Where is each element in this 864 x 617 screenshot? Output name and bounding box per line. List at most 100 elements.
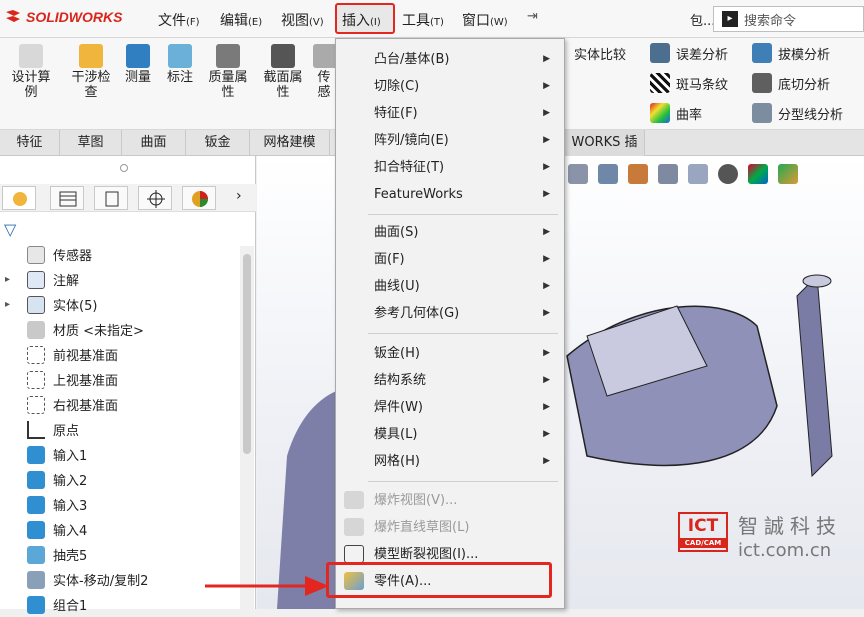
menu-window[interactable]: 窗口(W) bbox=[462, 10, 508, 30]
curvature-button[interactable]: 曲率 bbox=[650, 103, 702, 123]
view-cube-icon[interactable] bbox=[688, 164, 708, 184]
tab-features[interactable]: 特征 bbox=[0, 130, 60, 156]
menu-item-reference-geometry[interactable]: 参考几何体(G) ▶ bbox=[336, 300, 564, 327]
display-tab-icon[interactable] bbox=[182, 186, 216, 210]
ds-logo-icon bbox=[6, 10, 20, 22]
menu-item-molds[interactable]: 模具(L) ▶ bbox=[336, 421, 564, 448]
tab-surfaces[interactable]: 曲面 bbox=[122, 130, 186, 156]
interference-check-button[interactable]: 干涉检查 bbox=[66, 44, 116, 100]
menu-separator bbox=[368, 333, 558, 334]
tree-item-origin[interactable]: 原点 bbox=[0, 417, 240, 442]
view-tool-icon[interactable] bbox=[568, 164, 588, 184]
tree-item-solid-bodies[interactable]: ▸ 实体(5) bbox=[0, 292, 240, 317]
sensor-button[interactable]: 传感 bbox=[313, 44, 335, 100]
tree-item-annotations[interactable]: ▸ 注解 bbox=[0, 267, 240, 292]
tree-item-sensors[interactable]: 传感器 bbox=[0, 242, 240, 267]
menu-item-pattern-mirror[interactable]: 阵列/镜向(E) ▶ bbox=[336, 127, 564, 154]
tab-mesh-modeling[interactable]: 网格建模 bbox=[250, 130, 330, 156]
deviation-icon bbox=[650, 43, 670, 63]
featuremanager-tab-icon[interactable] bbox=[2, 186, 36, 210]
menu-item-structure-system[interactable]: 结构系统 ▶ bbox=[336, 367, 564, 394]
section-properties-icon bbox=[271, 44, 295, 68]
tree-item-import4[interactable]: 输入4 bbox=[0, 517, 240, 542]
tree-item-import2[interactable]: 输入2 bbox=[0, 467, 240, 492]
chevron-right-icon[interactable]: › bbox=[236, 188, 242, 204]
menu-file[interactable]: 文件(F) bbox=[158, 10, 200, 30]
tab-addins[interactable]: WORKS 插件 bbox=[565, 130, 645, 176]
tab-sketch[interactable]: 草图 bbox=[60, 130, 122, 156]
body-compare-button[interactable]: 实体比较 bbox=[574, 44, 626, 63]
expand-icon[interactable]: ▸ bbox=[5, 299, 10, 310]
menu-item-curve[interactable]: 曲线(U) ▶ bbox=[336, 273, 564, 300]
view-orientation-icon[interactable] bbox=[598, 164, 618, 184]
tree-item-material[interactable]: 材质 <未指定> bbox=[0, 317, 240, 342]
pin-icon[interactable]: ⇥ bbox=[527, 9, 538, 24]
configurationmanager-tab-icon[interactable] bbox=[94, 186, 128, 210]
menu-item-surface[interactable]: 曲面(S) ▶ bbox=[336, 219, 564, 246]
tree-item-shell5[interactable]: 抽壳5 bbox=[0, 542, 240, 567]
origin-icon bbox=[27, 420, 45, 439]
submenu-arrow-icon: ▶ bbox=[543, 375, 550, 385]
undercut-analysis-button[interactable]: 底切分析 bbox=[752, 73, 830, 93]
menu-view[interactable]: 视图(V) bbox=[281, 10, 324, 30]
search-box[interactable]: ▸ 搜索命令 bbox=[713, 6, 864, 32]
tree-item-top-plane[interactable]: 上视基准面 bbox=[0, 367, 240, 392]
menu-item-explode-line-sketch: 爆炸直线草图(L) bbox=[336, 514, 564, 541]
menu-insert[interactable]: 插入(I) bbox=[342, 10, 381, 30]
watermark-logo: ICT CAD/CAM bbox=[678, 512, 728, 552]
menu-separator bbox=[368, 481, 558, 482]
section-properties-button[interactable]: 截面属性 bbox=[258, 44, 308, 100]
parting-line-analysis-button[interactable]: 分型线分析 bbox=[752, 103, 843, 123]
mass-properties-button[interactable]: 质量属性 bbox=[203, 44, 253, 100]
draft-analysis-button[interactable]: 拔模分析 bbox=[752, 43, 830, 63]
propertymanager-tab-icon[interactable] bbox=[50, 186, 84, 210]
menu-item-mesh[interactable]: 网格(H) ▶ bbox=[336, 448, 564, 475]
menu-tools[interactable]: 工具(T) bbox=[402, 10, 444, 30]
scrollbar-thumb[interactable] bbox=[243, 254, 251, 454]
measure-button[interactable]: 测量 bbox=[120, 44, 156, 85]
measure-icon bbox=[126, 44, 150, 68]
section-view-icon[interactable] bbox=[628, 164, 648, 184]
title-bar: SOLIDWORKS 文件(F) 编辑(E) 视图(V) 插入(I) 工具(T)… bbox=[0, 0, 864, 38]
zebra-stripes-button[interactable]: 斑马条纹 bbox=[650, 73, 728, 93]
design-study-button[interactable]: 设计算例 bbox=[6, 44, 56, 100]
annotate-button[interactable]: 标注 bbox=[162, 44, 198, 85]
expand-icon[interactable]: ▸ bbox=[5, 274, 10, 285]
tab-sheet-metal[interactable]: 钣金 bbox=[186, 130, 250, 156]
deviation-analysis-button[interactable]: 误差分析 bbox=[650, 43, 728, 63]
exploded-view-icon bbox=[344, 491, 364, 509]
panel-grip-icon[interactable] bbox=[120, 164, 128, 172]
menu-item-features[interactable]: 特征(F) ▶ bbox=[336, 100, 564, 127]
feature-tree-glyph bbox=[13, 192, 27, 206]
menu-item-cut[interactable]: 切除(C) ▶ bbox=[336, 73, 564, 100]
submenu-arrow-icon: ▶ bbox=[543, 189, 550, 199]
hide-show-icon[interactable] bbox=[718, 164, 738, 184]
menu-item-face[interactable]: 面(F) ▶ bbox=[336, 246, 564, 273]
submenu-arrow-icon: ▶ bbox=[543, 254, 550, 264]
combine-icon bbox=[27, 595, 45, 614]
solidworks-logo: SOLIDWORKS bbox=[4, 9, 122, 25]
menu-overflow[interactable]: 包... bbox=[690, 10, 715, 29]
scene-icon[interactable] bbox=[778, 164, 798, 184]
menu-item-featureworks[interactable]: FeatureWorks ▶ bbox=[336, 181, 564, 208]
tree-scrollbar[interactable] bbox=[240, 246, 254, 609]
watermark-url: ict.com.cn bbox=[738, 540, 832, 561]
dimxpert-tab-icon[interactable] bbox=[138, 186, 172, 210]
feature-tree: 传感器 ▸ 注解 ▸ 实体(5) 材质 <未指定> 前视基准面 上视基准面 右视基准… bbox=[0, 242, 240, 617]
menu-edit[interactable]: 编辑(E) bbox=[220, 10, 262, 30]
menu-item-fastening-feature[interactable]: 扣合特征(T) ▶ bbox=[336, 154, 564, 181]
tree-item-import1[interactable]: 输入1 bbox=[0, 442, 240, 467]
watermark-company: 智誠科技 bbox=[738, 514, 842, 538]
tree-item-combine1[interactable]: 组合1 bbox=[0, 592, 240, 617]
menu-item-boss-base[interactable]: 凸台/基体(B) ▶ bbox=[336, 46, 564, 73]
menu-item-weldments[interactable]: 焊件(W) ▶ bbox=[336, 394, 564, 421]
menu-item-sheet-metal[interactable]: 钣金(H) ▶ bbox=[336, 340, 564, 367]
filter-icon[interactable]: ▽ bbox=[4, 220, 16, 239]
tree-item-right-plane[interactable]: 右视基准面 bbox=[0, 392, 240, 417]
display-style-icon[interactable] bbox=[658, 164, 678, 184]
tree-item-import3[interactable]: 输入3 bbox=[0, 492, 240, 517]
break-view-icon bbox=[344, 545, 364, 563]
appearance-icon[interactable] bbox=[748, 164, 768, 184]
tree-item-front-plane[interactable]: 前视基准面 bbox=[0, 342, 240, 367]
tree-item-move-copy[interactable]: 实体-移动/复制2 bbox=[0, 567, 240, 592]
